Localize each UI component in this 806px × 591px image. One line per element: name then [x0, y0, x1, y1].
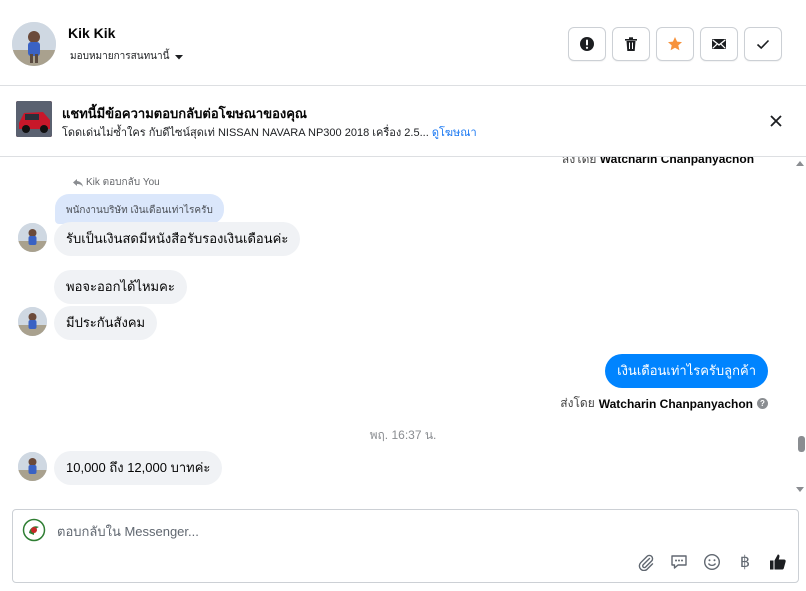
- ad-thumbnail[interactable]: [16, 101, 52, 137]
- caret-down-icon: [175, 54, 184, 59]
- attach-button[interactable]: [636, 552, 656, 572]
- page-avatar: [22, 518, 46, 542]
- reply-arrow-icon: [73, 178, 83, 187]
- contact-avatar[interactable]: [12, 22, 56, 66]
- payment-button[interactable]: ฿: [735, 552, 755, 572]
- sender-name: Watcharin Chanpanyachon: [599, 157, 755, 166]
- ad-description: โดดเด่นไม่ซ้ำใคร กับดีไซน์สุดเท่ NISSAN …: [62, 127, 429, 139]
- mark-done-button[interactable]: [744, 27, 782, 61]
- message-thread[interactable]: ส่งโดย Watcharin Chanpanyachon Kik ตอบกล…: [0, 157, 806, 497]
- trash-icon: [625, 37, 637, 51]
- outgoing-message[interactable]: เงินเดือนเท่าไรครับลูกค้า: [605, 354, 768, 388]
- saved-reply-button[interactable]: [669, 552, 689, 572]
- quick-reply-icon: [671, 555, 687, 569]
- message-composer: ฿: [12, 509, 799, 583]
- ad-reply-banner: แชทนี้มีข้อความตอบกลับต่อโฆษณาของคุณ โดด…: [0, 86, 806, 157]
- question-icon[interactable]: ?: [757, 398, 768, 409]
- star-button[interactable]: [656, 27, 694, 61]
- envelope-icon: [712, 39, 726, 49]
- ad-banner-title: แชทนี้มีข้อความตอบกลับต่อโฆษณาของคุณ: [62, 106, 307, 121]
- incoming-message[interactable]: มีประกันสังคม: [54, 306, 158, 340]
- sent-by-prefix: ส่งโดย: [562, 157, 597, 166]
- baht-icon: ฿: [739, 554, 751, 571]
- assign-conversation-dropdown[interactable]: มอบหมายการสนทนานี้: [70, 49, 184, 64]
- conversation-header: Kik Kik มอบหมายการสนทนานี้: [0, 0, 806, 86]
- view-ad-link[interactable]: ดูโฆษณา: [432, 127, 477, 139]
- reply-input[interactable]: [57, 520, 737, 542]
- check-icon: [756, 39, 770, 50]
- delete-button[interactable]: [612, 27, 650, 61]
- mark-spam-button[interactable]: [568, 27, 606, 61]
- sender-name: Watcharin Chanpanyachon: [598, 396, 753, 411]
- sent-by-label: ส่งโดย Watcharin Chanpanyachon ?: [560, 394, 768, 413]
- conversation-toolbar: [568, 27, 782, 61]
- scroll-up-arrow-icon[interactable]: [796, 161, 804, 166]
- paperclip-icon: [638, 554, 654, 571]
- ad-banner-subtitle: โดดเด่นไม่ซ้ำใคร กับดีไซน์สุดเท่ NISSAN …: [62, 123, 477, 141]
- emoji-icon: [703, 553, 721, 571]
- like-icon: [770, 554, 786, 570]
- composer-actions: ฿: [636, 552, 788, 572]
- incoming-message[interactable]: พอจะออกได้ไหมคะ: [54, 270, 187, 304]
- incoming-message[interactable]: 10,000 ถึง 12,000 บาทค่ะ: [54, 451, 223, 485]
- quoted-message[interactable]: พนักงานบริษัท เงินเดือนเท่าไรครับ: [55, 194, 224, 224]
- like-button[interactable]: [768, 552, 788, 572]
- assign-label: มอบหมายการสนทนานี้: [70, 51, 170, 62]
- reply-note-text: Kik ตอบกลับ You: [86, 177, 160, 188]
- close-icon[interactable]: [768, 113, 784, 129]
- contact-name[interactable]: Kik Kik: [68, 25, 115, 41]
- sent-by-prefix: ส่งโดย: [560, 396, 595, 410]
- message-timestamp: พฤ. 16:37 น.: [369, 428, 437, 442]
- sent-by-label-previous: ส่งโดย Watcharin Chanpanyachon: [562, 157, 754, 169]
- contact-avatar-small: [18, 307, 47, 336]
- emoji-button[interactable]: [702, 552, 722, 572]
- star-icon: [668, 37, 682, 51]
- thread-scrollbar[interactable]: [794, 157, 806, 497]
- scrollbar-thumb[interactable]: [798, 436, 805, 452]
- reply-indicator: Kik ตอบกลับ You: [72, 175, 160, 190]
- contact-avatar-small: [18, 223, 47, 252]
- spam-icon: [580, 37, 594, 51]
- scroll-down-arrow-icon[interactable]: [796, 487, 804, 492]
- mark-unread-button[interactable]: [700, 27, 738, 61]
- incoming-message[interactable]: รับเป็นเงินสดมีหนังสือรับรองเงินเดือนค่ะ: [54, 222, 301, 256]
- contact-avatar-small: [18, 452, 47, 481]
